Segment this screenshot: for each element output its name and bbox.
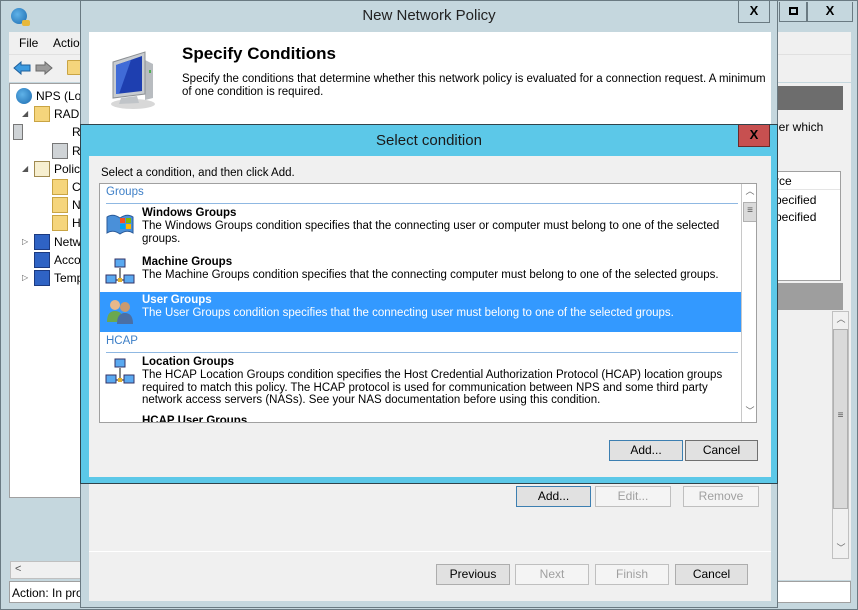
edit-condition-button[interactable]: Edit...	[595, 486, 671, 507]
next-button[interactable]: Next	[515, 564, 589, 585]
tree-item-label: Netw	[54, 234, 82, 249]
condition-name: Machine Groups	[142, 256, 233, 268]
wizard-title: New Network Policy	[362, 7, 496, 24]
condition-description: The Machine Groups condition specifies t…	[142, 269, 719, 281]
tree-item-label: Polici	[54, 161, 83, 176]
wizard-header: Specify Conditions Specify the condition…	[89, 32, 771, 127]
condition-name: HCAP User Groups	[142, 415, 248, 423]
scroll-thumb[interactable]: ≡	[743, 202, 756, 222]
network-policy-folder-icon	[52, 197, 68, 214]
tree-item-label: Temp	[54, 271, 84, 285]
folder-icon	[34, 106, 50, 123]
condition-user-groups[interactable]: User Groups The User Groups condition sp…	[100, 292, 741, 332]
wizard-page-description: Specify the conditions that determine wh…	[182, 73, 766, 98]
scroll-thumb[interactable]: ≡	[833, 329, 848, 509]
scroll-down-icon[interactable]: ﹀	[833, 541, 849, 558]
select-condition-close-button[interactable]: X	[738, 125, 770, 147]
user-groups-icon	[105, 296, 135, 326]
details-text: ler which	[776, 120, 824, 134]
details-vertical-scrollbar[interactable]: ︿ ≡ ﹀	[832, 311, 849, 559]
condition-list: Groups Windows Groups The Windows Groups…	[99, 183, 757, 423]
policy-scroll-icon	[34, 160, 50, 177]
console-close-button[interactable]: X	[807, 2, 853, 22]
menu-file[interactable]: File	[19, 36, 38, 50]
scroll-down-icon[interactable]: ﹀	[742, 404, 756, 421]
scroll-left-icon[interactable]: <	[15, 563, 21, 575]
select-condition-body: Select a condition, and then click Add. …	[89, 156, 771, 477]
wizard-page-heading: Specify Conditions	[182, 44, 336, 63]
condition-description: The User Groups condition specifies that…	[142, 307, 674, 319]
condition-name: User Groups	[142, 294, 212, 306]
scroll-up-icon[interactable]: ︿	[833, 312, 849, 329]
maximize-button[interactable]	[779, 2, 807, 22]
nps-globe-icon	[16, 88, 32, 104]
collapse-icon[interactable]: ◢	[22, 109, 30, 118]
server-icon	[13, 124, 23, 141]
group-header-groups: Groups	[106, 186, 738, 204]
menu-action[interactable]: Actio	[53, 36, 80, 50]
condition-list-scrollbar[interactable]: ︿ ≡ ﹀	[741, 184, 756, 422]
select-cancel-button[interactable]: Cancel	[685, 440, 758, 461]
select-condition-instruction: Select a condition, and then click Add.	[101, 167, 295, 179]
server-group-icon	[52, 142, 68, 159]
condition-description: The HCAP Location Groups condition speci…	[142, 369, 723, 406]
forward-arrow-icon[interactable]	[35, 60, 53, 76]
finish-button[interactable]: Finish	[595, 564, 669, 585]
maximize-icon	[788, 7, 798, 15]
expand-icon[interactable]: ▷	[22, 273, 30, 282]
accounting-icon	[34, 251, 50, 268]
condition-name: Windows Groups	[142, 207, 237, 219]
tree-item-label: Acco	[54, 252, 81, 267]
folder-icon	[52, 179, 68, 195]
location-groups-icon	[105, 358, 135, 388]
condition-location-groups[interactable]: Location Groups The HCAP Location Groups…	[100, 354, 741, 410]
previous-button[interactable]: Previous	[436, 564, 510, 585]
remove-condition-button[interactable]: Remove	[683, 486, 759, 507]
machine-groups-icon	[105, 258, 135, 288]
condition-name: Location Groups	[142, 356, 234, 368]
condition-windows-groups[interactable]: Windows Groups The Windows Groups condit…	[100, 205, 741, 245]
network-access-icon	[34, 233, 50, 250]
wizard-separator	[89, 551, 771, 552]
select-add-button[interactable]: Add...	[609, 440, 683, 461]
add-condition-button[interactable]: Add...	[516, 486, 591, 507]
details-cell: pecified	[775, 193, 817, 207]
expand-icon[interactable]: ▷	[22, 237, 30, 246]
status-text: Action: In pro	[12, 586, 83, 600]
condition-hcap-user-groups[interactable]: HCAP User Groups	[100, 413, 741, 423]
back-arrow-icon[interactable]	[13, 60, 31, 76]
folder-icon	[52, 215, 68, 232]
templates-icon	[34, 270, 50, 286]
select-condition-title: Select condition	[376, 132, 482, 149]
collapse-icon[interactable]: ◢	[22, 164, 30, 173]
condition-machine-groups[interactable]: Machine Groups The Machine Groups condit…	[100, 254, 741, 290]
scroll-up-icon[interactable]: ︿	[742, 184, 756, 201]
condition-description: The Windows Groups condition specifies t…	[142, 220, 720, 245]
monitor-icon	[105, 50, 161, 110]
wizard-close-button[interactable]: X	[738, 1, 770, 23]
nps-app-icon	[11, 8, 30, 26]
details-cell: pecified	[775, 210, 817, 224]
select-condition-dialog: Select condition X Select a condition, a…	[80, 124, 778, 484]
wizard-cancel-button[interactable]: Cancel	[675, 564, 748, 585]
group-header-hcap: HCAP	[106, 335, 738, 353]
windows-groups-icon	[105, 209, 135, 239]
